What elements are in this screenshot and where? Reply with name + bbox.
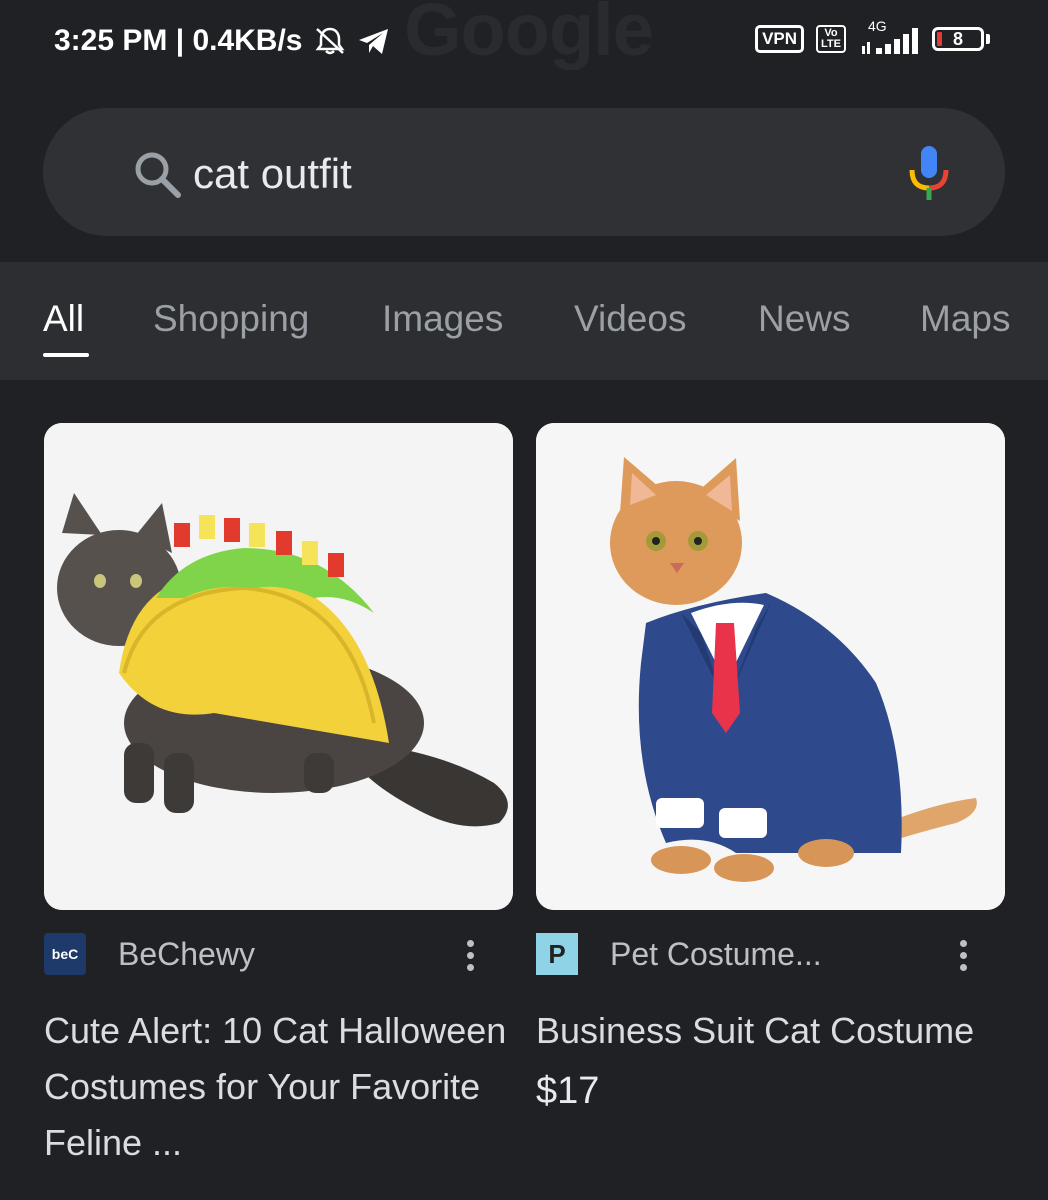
- volte-bottom: LTE: [821, 38, 841, 50]
- pet-costume-favicon: P: [536, 933, 578, 975]
- bechewy-favicon-text: beC: [51, 946, 79, 962]
- pet-costume-favicon-text: P: [548, 938, 566, 969]
- search-input[interactable]: cat outfit: [193, 150, 352, 198]
- battery-level: 8: [952, 28, 963, 49]
- telegram-icon: [357, 26, 391, 56]
- status-bar: Google 3:25 PM | 0.4KB/s VPN Vo LTE 4G 8: [0, 0, 1048, 92]
- result-title-1[interactable]: Cute Alert: 10 Cat Halloween Costumes fo…: [44, 1003, 514, 1171]
- result-title-2[interactable]: Business Suit Cat Costume: [536, 1003, 1006, 1059]
- result-source-1[interactable]: beC BeChewy: [44, 933, 255, 975]
- search-bar[interactable]: cat outfit: [43, 108, 1005, 236]
- more-options-icon-2[interactable]: [957, 940, 969, 976]
- status-right: VPN Vo LTE 4G 8: [755, 18, 990, 56]
- result-price-2: $17: [536, 1070, 600, 1112]
- volte-badge: Vo LTE: [816, 25, 846, 53]
- mic-icon[interactable]: [907, 144, 951, 209]
- result-source-name-2: Pet Costume...: [610, 935, 822, 972]
- bell-off-icon: [313, 26, 347, 56]
- signal-icon: 4G: [858, 18, 920, 56]
- result-source-name-1: BeChewy: [118, 935, 255, 972]
- tab-shopping[interactable]: Shopping: [153, 298, 309, 340]
- status-left: 3:25 PM | 0.4KB/s: [54, 24, 391, 58]
- result-image-suit-cat[interactable]: [536, 423, 1005, 910]
- result-source-2[interactable]: P Pet Costume...: [536, 933, 822, 975]
- background-google-logo: Google: [404, 0, 653, 70]
- tab-all[interactable]: All: [43, 298, 84, 340]
- vpn-badge: VPN: [755, 25, 805, 53]
- bechewy-favicon: beC: [44, 933, 86, 975]
- active-tab-indicator: [43, 353, 89, 357]
- search-icon[interactable]: [133, 150, 181, 203]
- tab-maps[interactable]: Maps: [920, 298, 1010, 340]
- result-image-taco-cat[interactable]: [44, 423, 513, 910]
- time-and-speed: 3:25 PM | 0.4KB/s: [54, 24, 303, 57]
- battery-icon: 8: [932, 27, 990, 51]
- tab-videos[interactable]: Videos: [574, 298, 686, 340]
- search-tabs: All Shopping Images Videos News Maps: [0, 262, 1048, 380]
- tab-images[interactable]: Images: [382, 298, 503, 340]
- more-options-icon-1[interactable]: [464, 940, 476, 976]
- tab-news[interactable]: News: [758, 298, 851, 340]
